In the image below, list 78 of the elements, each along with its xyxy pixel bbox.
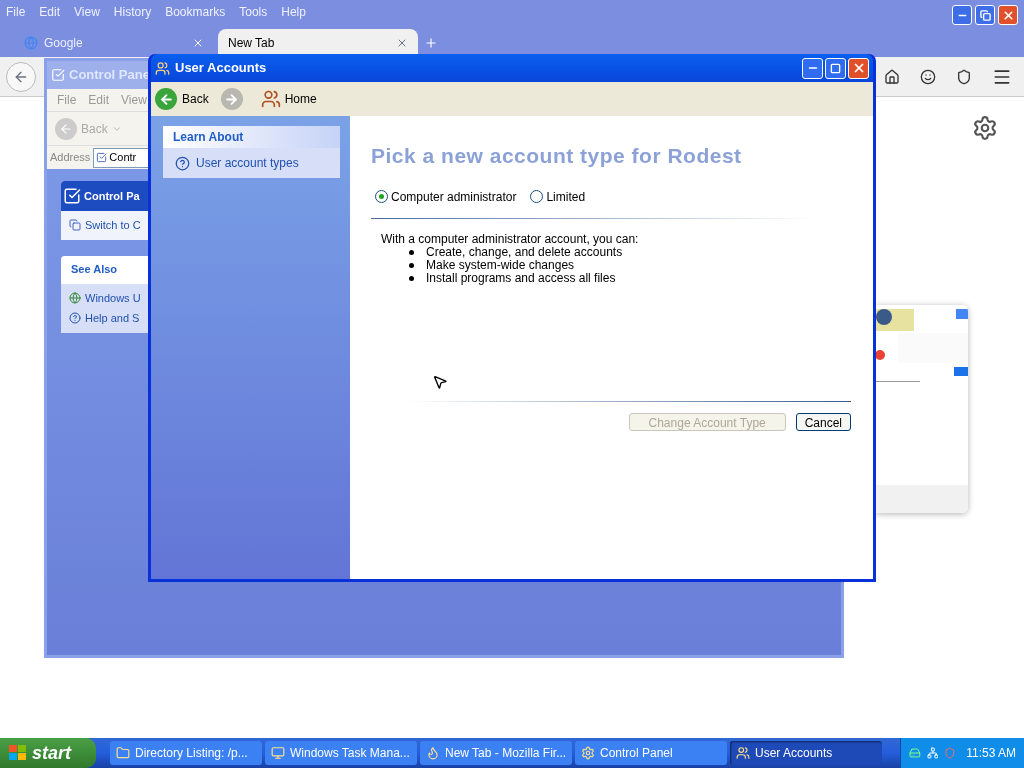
address-field[interactable]: Contr [93, 147, 148, 168]
app-icon [426, 746, 440, 760]
taskbar-button[interactable]: Directory Listing: /p... [110, 741, 262, 765]
window-title: User Accounts [175, 59, 268, 78]
users-icon [260, 89, 281, 109]
app-icon [116, 746, 130, 760]
bullet-icon [409, 275, 414, 281]
menu-item[interactable]: Edit [88, 91, 110, 109]
control-panel-icon [51, 68, 65, 82]
description-text: With a computer administrator account, you can: [381, 232, 640, 246]
menu-item[interactable]: View [74, 3, 100, 21]
settings-icon[interactable] [972, 115, 998, 141]
app-icon [271, 746, 285, 760]
home-icon[interactable] [884, 68, 900, 85]
radio-option[interactable]: Limited [530, 187, 586, 206]
help-icon [175, 155, 190, 171]
shield-icon[interactable] [956, 68, 972, 85]
forward-arrow-icon [224, 91, 240, 107]
address-label: Address [50, 150, 91, 166]
menu-item[interactable]: File [57, 91, 77, 109]
control-panel-icon [63, 187, 81, 205]
bullet-icon [409, 262, 414, 268]
page-heading: Pick a new account type for Rodest [371, 143, 743, 169]
task-link[interactable]: Windows U [85, 289, 141, 306]
close-icon [1001, 8, 1015, 22]
menu-item[interactable]: Edit [39, 3, 61, 21]
taskbar-button[interactable]: Windows Task Mana... [265, 741, 417, 765]
panel-title: Control Pa [84, 188, 140, 204]
globe-icon [69, 291, 81, 304]
clock: 11:53 AM [966, 745, 1016, 762]
tray-icon[interactable] [909, 747, 921, 759]
menu-item[interactable]: View [121, 91, 147, 109]
help-icon [69, 312, 81, 325]
menu-item[interactable]: Help [281, 3, 306, 21]
bullet-icon [409, 249, 414, 255]
task-link[interactable]: Switch to C [85, 217, 141, 234]
close-icon[interactable] [396, 37, 408, 49]
radio-option[interactable]: Computer administrator [375, 187, 517, 206]
minimize-button[interactable] [802, 57, 823, 79]
windows-flag-icon [8, 744, 28, 762]
smiley-icon[interactable] [920, 68, 936, 85]
help-link[interactable]: User account types [196, 154, 299, 172]
browser-tab[interactable]: Google [14, 29, 214, 57]
close-icon[interactable] [192, 37, 204, 49]
back-button[interactable]: Back [55, 117, 122, 140]
mouse-cursor-icon [432, 374, 448, 390]
menu-item[interactable]: File [6, 3, 26, 21]
menu-item[interactable]: Tools [239, 3, 268, 21]
bullet-text: Install programs and access all files [426, 271, 616, 285]
panel-title: See Also [71, 262, 118, 278]
menu-item[interactable]: Bookmarks [165, 3, 226, 21]
back-button[interactable]: Back [155, 88, 209, 110]
taskbar-button[interactable]: User Accounts [730, 741, 882, 765]
cancel-button[interactable]: Cancel [795, 412, 851, 431]
app-icon [736, 746, 750, 760]
taskbar-button[interactable]: Control Panel [575, 741, 727, 765]
bullet-text: Make system-wide changes [426, 258, 575, 272]
back-button[interactable] [6, 61, 36, 92]
taskbar-button[interactable]: New Tab - Mozilla Fir... [420, 741, 572, 765]
close-button[interactable] [998, 5, 1018, 25]
maximize-button[interactable] [825, 57, 846, 79]
home-button[interactable]: Home [260, 89, 317, 109]
minimize-button[interactable] [952, 5, 972, 25]
task-link[interactable]: Help and S [85, 310, 140, 327]
browser-tab[interactable]: New Tab [218, 29, 418, 57]
start-button[interactable]: start [0, 738, 96, 768]
restore-button[interactable] [975, 5, 995, 25]
window-title: Control Pane [69, 66, 150, 85]
control-panel-icon [96, 152, 108, 163]
panel-title: Learn About [173, 129, 244, 146]
close-button[interactable] [848, 57, 869, 79]
app-icon [581, 746, 595, 760]
bullet-text: Create, change, and delete accounts [426, 245, 623, 259]
network-icon[interactable] [926, 747, 939, 759]
menu-item[interactable]: History [113, 3, 152, 21]
users-icon [155, 60, 170, 76]
maximize-icon [830, 62, 841, 74]
restore-icon [979, 9, 991, 21]
